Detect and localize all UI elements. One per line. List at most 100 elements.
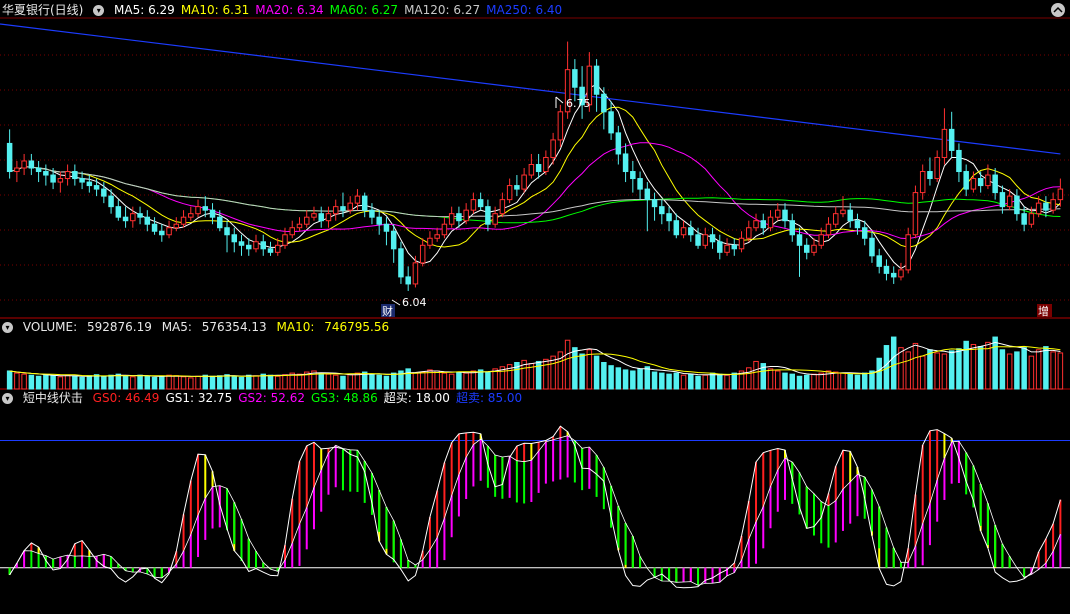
candle-body	[1021, 213, 1027, 225]
candle-body	[405, 276, 411, 285]
volume-bar	[50, 375, 56, 390]
candle-body	[680, 227, 687, 236]
candle-body	[869, 237, 875, 257]
stock-chart[interactable]: 6.75 6.04 财 增	[0, 0, 1070, 614]
candle-body	[427, 237, 433, 246]
candle-body	[72, 171, 78, 180]
candle-body	[847, 209, 853, 222]
candle-body	[282, 234, 288, 246]
candle-body	[470, 199, 477, 211]
volume-bar	[231, 375, 238, 390]
volume-bar	[579, 353, 585, 390]
candle-body	[622, 153, 629, 173]
candle-body	[318, 213, 324, 222]
candle-body	[202, 206, 209, 211]
volume-bar	[724, 374, 730, 390]
volume-bar	[101, 375, 107, 390]
volume-bar	[108, 374, 114, 390]
candle-body	[927, 171, 933, 180]
volume-bar	[818, 372, 824, 390]
volume-bar	[275, 375, 281, 390]
volume-bar	[72, 375, 78, 390]
volume-bar	[709, 372, 716, 390]
volume-bar	[746, 367, 752, 390]
volume-bar	[434, 370, 440, 390]
volume-bar	[1057, 352, 1064, 390]
volume-bar	[340, 375, 346, 390]
candle-body	[289, 227, 295, 236]
volume-bar	[861, 372, 868, 390]
volume-bar	[876, 357, 882, 390]
candle-body	[412, 262, 419, 285]
candle-body	[115, 206, 122, 218]
candle-body	[760, 220, 767, 229]
candle-body	[941, 128, 948, 158]
volume-bar	[840, 372, 846, 390]
candle-body	[137, 213, 143, 218]
candle-body	[260, 241, 266, 250]
candle-body	[535, 164, 542, 173]
candle-body	[521, 174, 527, 190]
finance-badge[interactable]: 财	[381, 304, 395, 318]
volume-bar	[999, 349, 1006, 390]
candle-body	[499, 199, 506, 215]
candle-body	[861, 227, 868, 239]
volume-bar	[564, 339, 571, 390]
candle-body	[101, 188, 107, 197]
volume-bar	[731, 372, 738, 390]
candle-body	[463, 209, 469, 222]
volume-bar	[390, 372, 397, 390]
volume-bar	[651, 371, 658, 390]
candle-body	[601, 93, 607, 113]
candle-body	[724, 244, 730, 253]
low-marker: 6.04	[391, 296, 427, 309]
candle-body	[50, 174, 56, 183]
candle-body	[64, 171, 71, 180]
candle-body	[296, 223, 303, 229]
candle-body	[883, 265, 890, 274]
volume-bar	[659, 372, 665, 390]
expand-icon[interactable]	[1051, 3, 1065, 17]
candle-body	[818, 234, 824, 246]
low-label: 6.04	[402, 296, 427, 309]
volume-bar	[572, 347, 578, 390]
candle-body	[166, 227, 172, 236]
volume-bar	[637, 368, 643, 390]
volume-bar	[195, 375, 201, 390]
candle-body	[14, 167, 20, 173]
volume-bar	[448, 373, 455, 390]
volume-bar	[253, 375, 259, 390]
volume-bar	[543, 358, 549, 390]
candle-body	[390, 230, 397, 250]
volume-bar	[456, 371, 462, 390]
candle-body	[514, 185, 520, 190]
volume-bar	[282, 374, 288, 390]
candle-body	[441, 223, 448, 236]
volume-bar	[550, 355, 556, 390]
candle-body	[369, 209, 375, 218]
candlesticks	[6, 41, 1064, 291]
increase-badge[interactable]: 增	[1037, 304, 1052, 318]
volume-bar	[811, 373, 817, 390]
candle-body	[630, 171, 636, 180]
candle-body	[825, 223, 832, 236]
volume-bar	[130, 376, 136, 390]
candle-body	[811, 244, 817, 253]
volume-bar	[260, 373, 266, 390]
candle-body	[985, 174, 991, 187]
candle-body	[361, 195, 368, 211]
volume-bar	[912, 342, 919, 390]
volume-bar	[622, 369, 629, 390]
candle-body	[919, 171, 926, 194]
volume-bar	[630, 370, 636, 390]
volume-bar	[593, 355, 600, 390]
candle-body	[108, 195, 114, 208]
volume-bar	[209, 375, 216, 390]
volume-bar	[115, 373, 122, 390]
candle-body	[93, 185, 100, 190]
candle-body	[832, 213, 839, 225]
candle-body	[789, 220, 795, 236]
candle-body	[159, 230, 165, 236]
candle-body	[21, 160, 27, 169]
candle-body	[340, 206, 346, 211]
